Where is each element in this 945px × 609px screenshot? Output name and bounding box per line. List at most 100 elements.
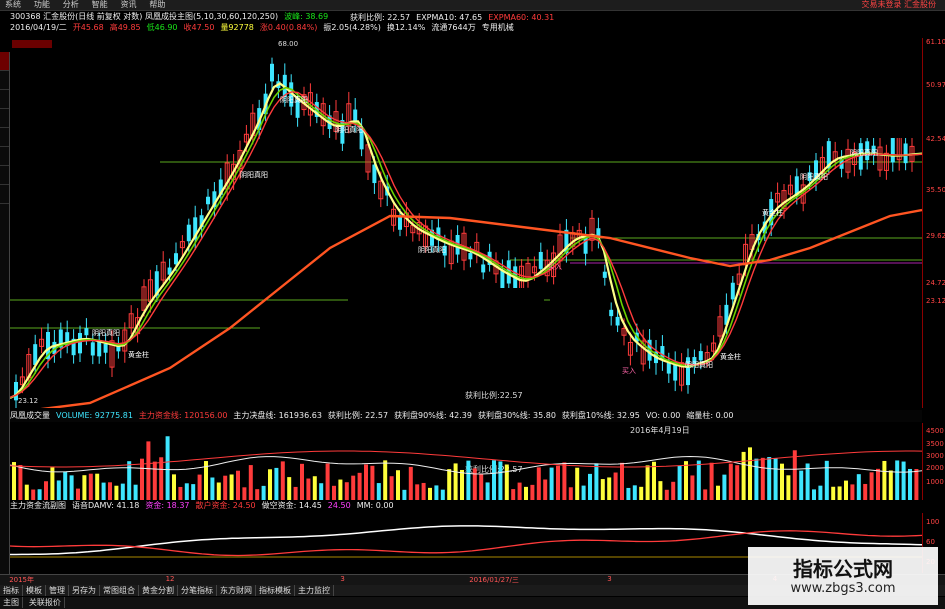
volume-bar: [44, 481, 48, 500]
capital-indicator-4: 做空资金: 14.45: [261, 501, 322, 510]
bottom-tab-6[interactable]: 分笔指标: [178, 585, 217, 596]
indicator-field-2: EXPMA60: 40.31: [488, 13, 555, 22]
sidebar-tab[interactable]: [0, 109, 9, 128]
volume-bar: [543, 479, 548, 500]
volume-bar: [716, 485, 720, 500]
candle-body: [609, 309, 614, 317]
candle-body: [903, 143, 908, 164]
volume-bar: [453, 463, 458, 500]
menu-help[interactable]: 帮助: [144, 0, 170, 10]
bottom-tab-3[interactable]: 另存为: [69, 585, 100, 596]
volume-bar: [690, 475, 695, 500]
watermark-title: 指标公式网: [793, 557, 893, 581]
bottom-tab-5[interactable]: 黄金分割: [139, 585, 178, 596]
volume-bar: [620, 462, 624, 500]
volume-indicator-6: 获利盘30%线: 35.80: [477, 411, 556, 420]
volume-bar: [696, 460, 701, 500]
sidebar-tab[interactable]: [0, 166, 9, 185]
volume-bar: [908, 468, 912, 500]
volume-bar: [658, 481, 663, 500]
volume-bar: [428, 487, 432, 500]
candle-body: [666, 362, 671, 374]
sidebar-tab[interactable]: [0, 147, 9, 166]
menu-function[interactable]: 功能: [29, 0, 55, 10]
volume-bar: [824, 460, 829, 500]
tab-main-chart[interactable]: 主图: [0, 597, 23, 608]
volume-bar: [69, 475, 74, 500]
axis-tick: 50.97: [926, 81, 945, 90]
axis-tick: 42.54: [926, 135, 945, 144]
menu-analysis[interactable]: 分析: [58, 0, 84, 10]
volume-indicator-5: 获利盘90%线: 42.39: [394, 411, 472, 420]
tab-related-quote[interactable]: 关联报价: [26, 597, 65, 608]
volume-axis: 4500 3500 3000 2000 1000: [922, 423, 945, 500]
candle-body: [398, 216, 402, 230]
volume-bar: [101, 482, 106, 500]
volume-bar: [37, 489, 42, 500]
volume-bar: [312, 476, 317, 500]
volume-bar: [255, 489, 260, 500]
chart-annotation: 阴阳真阳: [335, 126, 363, 134]
sidebar-tab[interactable]: [0, 71, 9, 90]
volume-bar: [376, 483, 381, 500]
sidebar-tab[interactable]: [0, 128, 9, 147]
bottom-tab-1[interactable]: 模板: [23, 585, 46, 596]
volume-bar: [901, 461, 906, 500]
candle-body: [615, 316, 620, 326]
volume-bar: [261, 485, 266, 500]
volume-indicator-8: VO: 0.00: [645, 411, 681, 420]
volume-chart[interactable]: [10, 423, 922, 500]
volume-bar: [741, 451, 746, 500]
info2-field-10: 专用机械: [481, 23, 514, 32]
bottom-tab-4[interactable]: 常图组合: [100, 585, 139, 596]
bottom-tab-8[interactable]: 指标模板: [256, 585, 295, 596]
volume-indicator-0: 凤凰成交量: [10, 411, 50, 420]
volume-bar: [863, 483, 868, 500]
chart-annotation: 阴阳真阳: [850, 149, 878, 157]
volume-bar: [818, 485, 823, 500]
volume-bar: [748, 447, 752, 500]
volume-bar: [344, 482, 349, 500]
left-sidebar: [0, 52, 10, 580]
indicator-field-0: 获利比例: 22.57: [350, 13, 411, 22]
volume-bar: [562, 462, 567, 500]
volume-bar: [799, 470, 804, 500]
volume-bar: [735, 465, 740, 500]
bottom-tab-9[interactable]: 主力监控: [295, 585, 334, 596]
time-label: 3: [340, 575, 345, 583]
volume-bar: [293, 486, 298, 500]
bottom-tab-0[interactable]: 指标: [0, 585, 23, 596]
chart-mode-badge[interactable]: [12, 40, 52, 48]
volume-bar: [460, 469, 464, 500]
sidebar-tab[interactable]: [0, 90, 9, 109]
info2-field-1: 开45.68: [72, 23, 104, 32]
bottom-tab-2[interactable]: 管理: [46, 585, 69, 596]
chart-annotation: 阴阳真阳: [92, 329, 120, 337]
menu-system[interactable]: 系统: [0, 0, 26, 10]
volume-bar: [396, 470, 400, 500]
menu-news[interactable]: 资讯: [116, 0, 142, 10]
volume-bar: [165, 436, 170, 500]
sidebar-tab-active[interactable]: [0, 52, 9, 71]
axis-tick: 100: [926, 518, 940, 526]
volume-bar: [248, 465, 253, 500]
menu-smart[interactable]: 智能: [87, 0, 113, 10]
candle-body: [602, 271, 607, 278]
chart-annotation: 阴阳真阳: [418, 246, 446, 254]
sidebar-tab[interactable]: [0, 185, 9, 204]
bottom-tab-7[interactable]: 东方财网: [217, 585, 256, 596]
volume-bar: [127, 461, 132, 500]
volume-bar: [504, 464, 509, 500]
profit-ratio-label: 获利比例:22.57: [465, 391, 523, 400]
volume-bar: [517, 482, 522, 500]
volume-bar: [792, 450, 797, 500]
candle-body: [186, 224, 191, 242]
candle-body: [90, 342, 95, 356]
volume-bar: [402, 489, 407, 500]
info2-field-4: 收47.50: [183, 23, 215, 32]
volume-bar: [856, 474, 861, 500]
volume-bar: [236, 470, 240, 500]
candle-body: [698, 351, 703, 361]
volume-bar: [882, 460, 887, 500]
volume-bar: [24, 484, 29, 500]
